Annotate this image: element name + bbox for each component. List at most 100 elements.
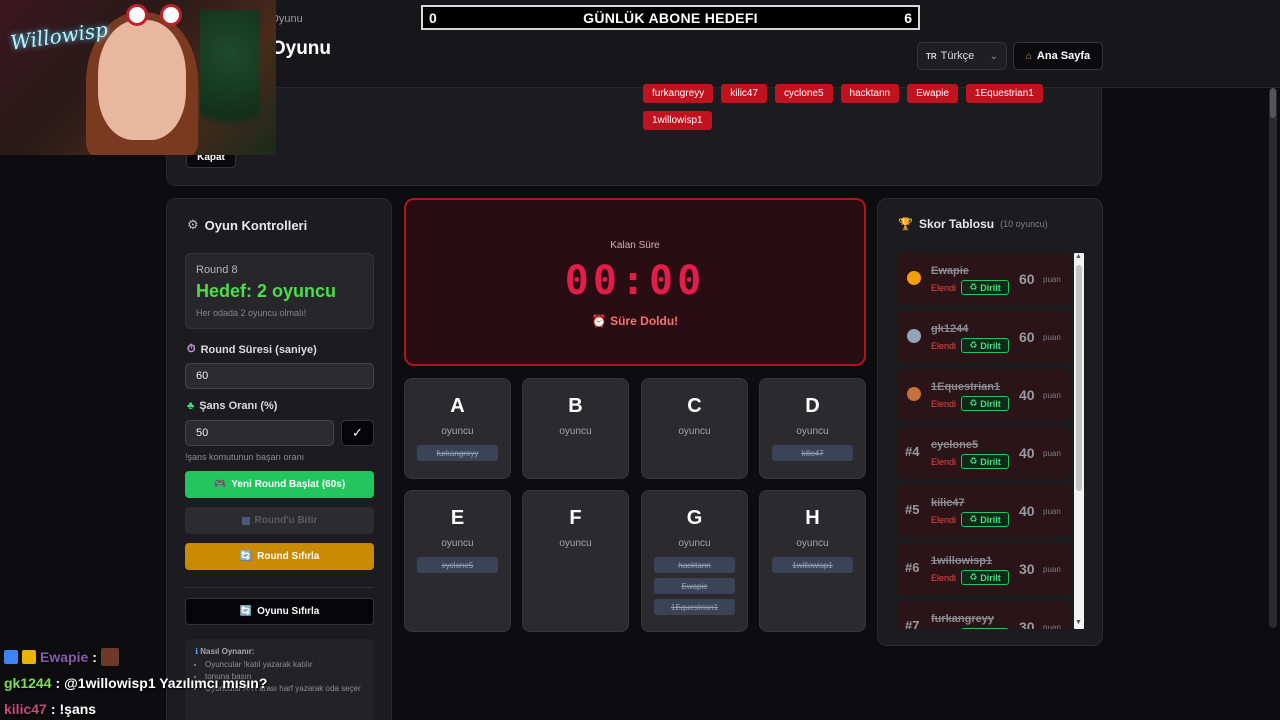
alarm-icon: ⏰ <box>591 314 607 328</box>
room-player-chip: furkangreyy <box>417 445 498 461</box>
revive-label: Dirilt <box>980 572 1001 583</box>
room-card-d[interactable]: Doyuncu kilic47 <box>759 378 866 479</box>
reset-round-button[interactable]: 🔄 Round Sıfırla <box>185 543 374 570</box>
room-subtitle: oyuncu <box>441 426 474 437</box>
reset-game-button[interactable]: 🔄 Oyunu Sıfırla <box>185 598 374 625</box>
scroll-up-icon[interactable]: ▲ <box>1075 253 1082 260</box>
flag-icon: TR <box>926 51 937 61</box>
gamepad-icon: 🎮 <box>213 479 227 490</box>
room-players: kilic47 <box>760 445 865 461</box>
chat-username: Ewapie <box>40 649 89 665</box>
stop-icon <box>241 516 250 525</box>
home-button-label: Ana Sayfa <box>1036 50 1091 62</box>
room-card-g[interactable]: Goyuncu hacktann Ewapie 1Equestrian1 <box>641 490 748 632</box>
duration-label: ⏱ Round Süresi (saniye) <box>187 343 317 356</box>
refresh-icon: 🔄 <box>239 551 253 562</box>
room-player-chip: kilic47 <box>772 445 853 461</box>
room-letter: F <box>569 507 582 529</box>
scroll-down-icon[interactable]: ▼ <box>1075 619 1082 626</box>
revive-label: Dirilt <box>980 514 1001 525</box>
scoreboard-row: #6 1willowisp1 Elendi ♻ Dirilt 30 puan <box>897 543 1071 595</box>
eliminated-tags: furkangreyy kilic47 cyclone5 hacktann Ewapie… <box>643 84 1083 130</box>
scoreboard-title: 🏆 Skor Tablosu (10 oyuncu) <box>898 217 1048 231</box>
scoreboard-row: #4 cyclone5 Elendi ♻ Dirilt 40 puan <box>897 427 1071 479</box>
scoreboard-scrollbar[interactable]: ▲ ▼ <box>1074 253 1084 629</box>
recycle-icon: ♻ <box>969 514 978 524</box>
confirm-chance-button[interactable]: ✓ <box>341 420 374 446</box>
check-icon: ✓ <box>352 425 363 440</box>
room-letter: B <box>568 395 583 417</box>
silver-medal-icon <box>907 329 921 343</box>
scoreboard-scrollbar-thumb[interactable] <box>1076 265 1082 491</box>
chat-separator: : <box>92 649 97 665</box>
page-scrollbar[interactable] <box>1269 88 1277 628</box>
chat-username: gk1244 <box>4 675 52 691</box>
points-unit: puan <box>1043 507 1061 516</box>
room-card-c[interactable]: Coyuncu <box>641 378 748 479</box>
revive-button[interactable]: ♻Dirilt <box>961 512 1009 527</box>
start-round-button[interactable]: 🎮 Yeni Round Başlat (60s) <box>185 471 374 498</box>
player-tag: 1willowisp1 <box>643 111 712 130</box>
chat-text: @1willowisp1 Yazılımcı mısın? <box>64 675 268 691</box>
eliminated-status: Elendi <box>931 283 957 293</box>
player-name: kilic47 <box>931 497 965 509</box>
player-tag: hacktann <box>840 84 900 103</box>
room-card-b[interactable]: Boyuncu <box>522 378 629 479</box>
room-card-e[interactable]: Eoyuncu cyclone5 <box>404 490 511 632</box>
headband-ornament <box>160 4 182 26</box>
room-player-chip: 1Equestrian1 <box>654 599 735 615</box>
room-card-a[interactable]: Aoyuncu furkangreyy <box>404 378 511 479</box>
player-tag: cyclone5 <box>775 84 833 103</box>
revive-label: Dirilt <box>980 398 1001 409</box>
eliminated-status: Elendi <box>931 457 957 467</box>
duration-label-text: Round Süresi (saniye) <box>200 343 317 356</box>
room-player-chip: 1willowisp1 <box>772 557 853 573</box>
stream-chat-overlay: Ewapie: gk1244: @1willowisp1 Yazılımcı mıs… <box>4 644 404 720</box>
end-round-button[interactable]: Round'u Bitir <box>185 507 374 534</box>
refresh-icon: 🔄 <box>239 606 253 617</box>
recycle-icon: ♻ <box>969 282 978 292</box>
round-label: Round 8 <box>196 264 238 276</box>
recycle-icon: ♻ <box>969 398 978 408</box>
player-points: 40 <box>1019 445 1035 461</box>
room-letter: E <box>450 507 465 529</box>
room-players: 1willowisp1 <box>760 557 865 573</box>
end-round-label: Round'u Bitir <box>254 515 318 526</box>
reset-round-label: Round Sıfırla <box>257 551 320 562</box>
recycle-icon: ♻ <box>969 340 978 350</box>
revive-label: Dirilt <box>980 340 1001 351</box>
chat-message: Ewapie: <box>4 644 404 670</box>
room-letter: H <box>805 507 820 529</box>
home-icon: ⌂ <box>1025 50 1032 62</box>
player-tag: 1Equestrian1 <box>965 84 1043 103</box>
room-card-f[interactable]: Foyuncu <box>522 490 629 632</box>
page-scrollbar-thumb[interactable] <box>1270 88 1276 118</box>
revive-button[interactable]: ♻Dirilt <box>961 454 1009 469</box>
gear-icon: ⚙ <box>187 217 199 232</box>
revive-button[interactable]: ♻Dirilt <box>961 396 1009 411</box>
scoreboard-list[interactable]: Ewapie Elendi ♻ Dirilt 60 puan gk1244 Elendi ♻ Di… <box>897 253 1083 629</box>
revive-button[interactable]: ♻Dirilt <box>961 338 1009 353</box>
language-select[interactable]: TR Türkçe ⌄ <box>917 42 1007 70</box>
player-points: 60 <box>1019 329 1035 345</box>
scoreboard-row: 1Equestrian1 Elendi ♻ Dirilt 40 puan <box>897 369 1071 421</box>
rank-number: #5 <box>905 502 920 517</box>
revive-button[interactable]: ♻Dirilt <box>961 628 1009 629</box>
room-letter: D <box>805 395 820 417</box>
duration-input[interactable]: 60 <box>185 363 374 389</box>
round-info-box: Round 8 Hedef: 2 oyuncu Her odada 2 oyun… <box>185 253 374 329</box>
home-button[interactable]: ⌂ Ana Sayfa <box>1013 42 1103 70</box>
trophy-icon: 🏆 <box>898 217 913 231</box>
eliminated-status: Elendi <box>931 399 957 409</box>
room-players: cyclone5 <box>405 557 510 573</box>
revive-button[interactable]: ♻Dirilt <box>961 280 1009 295</box>
revive-button[interactable]: ♻Dirilt <box>961 570 1009 585</box>
chat-badge-icon <box>22 650 36 664</box>
recycle-icon: ♻ <box>969 456 978 466</box>
chance-input[interactable]: 50 <box>185 420 334 446</box>
room-card-h[interactable]: Hoyuncu 1willowisp1 <box>759 490 866 632</box>
scoreboard-row: #7furkangreyyElendi♻Dirilt30puan <box>897 601 1071 629</box>
player-tag: furkangreyy <box>643 84 714 103</box>
christmas-tree <box>200 10 260 155</box>
start-round-label: Yeni Round Başlat (60s) <box>231 479 346 490</box>
